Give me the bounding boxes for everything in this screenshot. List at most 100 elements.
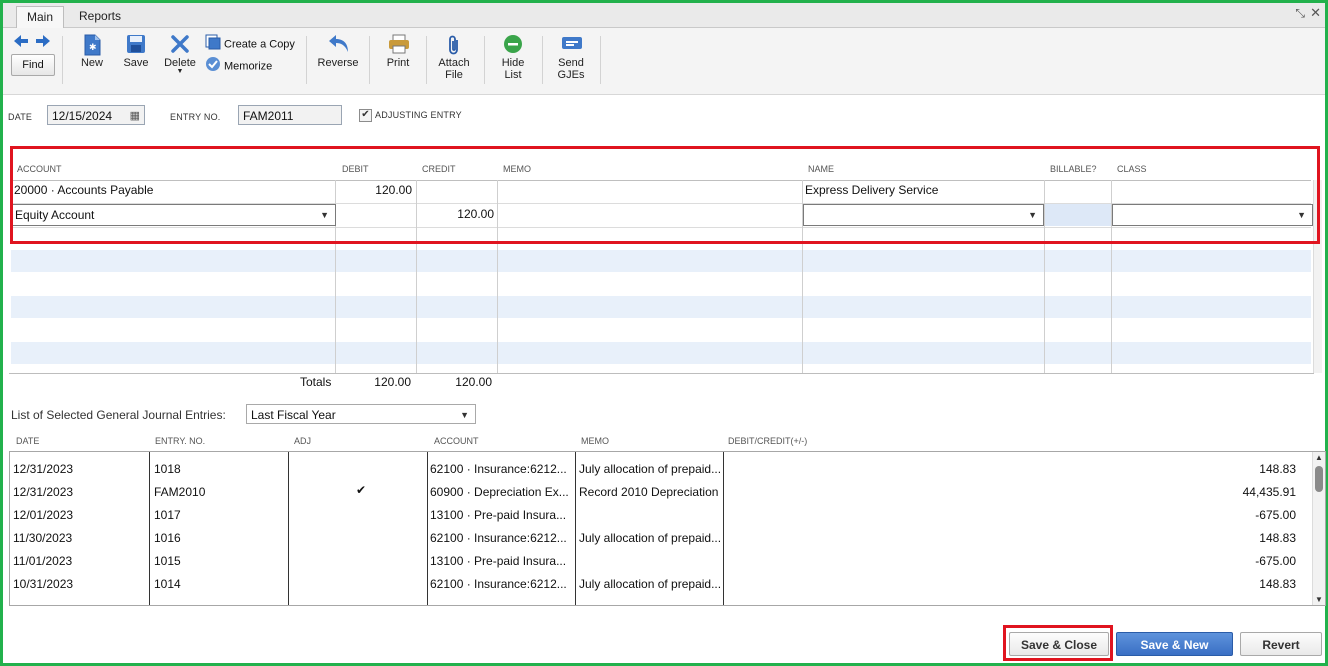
grid-stripe [11,342,1311,364]
list-row-account[interactable]: 62100 · Insurance:6212... [430,531,573,545]
col-header-class: CLASS [1117,164,1147,174]
row1-name[interactable]: Express Delivery Service [805,183,938,197]
list-row-memo[interactable]: July allocation of prepaid... [579,577,722,591]
list-row-entry[interactable]: 1016 [154,531,181,545]
col-header-debit: DEBIT [342,164,369,174]
list-col-sep [149,452,150,605]
list-row-date[interactable]: 12/31/2023 [13,462,73,476]
row2-credit[interactable]: 120.00 [419,207,494,221]
adjusting-entry-label: ADJUSTING ENTRY [375,110,462,120]
list-row-entry[interactable]: 1015 [154,554,181,568]
list-row-account[interactable]: 62100 · Insurance:6212... [430,577,573,591]
list-header-amount: DEBIT/CREDIT(+/-) [728,436,808,446]
list-row-account[interactable]: 62100 · Insurance:6212... [430,462,573,476]
new-button[interactable]: ✱ New [75,34,109,69]
class-dropdown-icon[interactable]: ▼ [1297,210,1306,220]
list-row-amount[interactable]: 44,435.91 [1190,485,1296,499]
list-row-amount[interactable]: 148.83 [1190,531,1296,545]
row2-name-combobox[interactable]: ▼ [803,204,1044,226]
print-button[interactable]: Print [381,34,415,69]
save-new-button[interactable]: Save & New [1116,632,1233,656]
list-row-entry[interactable]: FAM2010 [154,485,205,499]
scroll-up-icon[interactable]: ▲ [1315,453,1323,462]
tab-reports[interactable]: Reports [69,6,131,27]
list-row-amount[interactable]: -675.00 [1190,554,1296,568]
hide-list-button[interactable]: Hide List [495,34,531,81]
save-label: Save [123,57,149,69]
list-row-account[interactable]: 60900 · Depreciation Ex... [430,485,573,499]
scroll-down-icon[interactable]: ▼ [1315,595,1323,604]
col-header-billable: BILLABLE? [1050,164,1097,174]
list-row-date[interactable]: 11/01/2023 [13,554,72,568]
account-dropdown-icon[interactable]: ▼ [320,210,329,220]
memorize-button[interactable]: Memorize [205,56,272,74]
calendar-icon[interactable]: ▦ [130,106,140,126]
save-disk-icon [126,34,146,54]
row2-class-combobox[interactable]: ▼ [1112,204,1313,226]
adjusting-entry-checkbox[interactable]: ✔ [359,109,372,122]
list-row-amount[interactable]: 148.83 [1190,577,1296,591]
list-header-date: DATE [16,436,40,446]
list-row-account[interactable]: 13100 · Pre-paid Insura... [430,508,573,522]
create-copy-button[interactable]: Create a Copy [205,34,295,52]
list-row-entry[interactable]: 1017 [154,508,181,522]
list-filter-select[interactable]: Last Fiscal Year ▼ [246,404,476,424]
filter-dropdown-icon[interactable]: ▼ [460,405,469,425]
grid-stripe [11,296,1311,318]
scroll-thumb[interactable] [1315,466,1323,492]
tab-bar: Main Reports ⤡ ✕ [3,3,1325,28]
delete-x-icon [170,34,190,54]
list-scrollbar[interactable]: ▲ ▼ [1312,452,1325,605]
next-arrow-icon[interactable] [35,34,51,51]
attach-label-1: Attach [438,57,470,69]
list-row-amount[interactable]: 148.83 [1190,462,1296,476]
col-header-name: NAME [808,164,835,174]
list-row-memo[interactable]: July allocation of prepaid... [579,462,722,476]
list-row-account[interactable]: 13100 · Pre-paid Insura... [430,554,573,568]
list-row-amount[interactable]: -675.00 [1190,508,1296,522]
list-filter-value: Last Fiscal Year [251,408,336,422]
list-row-memo[interactable]: July allocation of prepaid... [579,531,722,545]
new-label: New [80,57,103,69]
grid-stripe [11,250,1311,272]
hide-list-icon [503,34,523,54]
date-value: 12/15/2024 [52,109,113,123]
row1-account[interactable]: 20000 · Accounts Payable [14,183,153,197]
send-gjes-button[interactable]: Send GJEs [553,34,589,81]
list-row-entry[interactable]: 1018 [154,462,181,476]
list-header-entry: ENTRY. NO. [155,436,206,446]
list-label: List of Selected General Journal Entries… [11,408,226,422]
row2-account-combobox[interactable]: Equity Account ▼ [11,204,336,226]
date-field[interactable]: 12/15/2024 ▦ [47,105,145,125]
row1-debit[interactable]: 120.00 [339,183,412,197]
list-row-date[interactable]: 10/31/2023 [13,577,73,591]
name-dropdown-icon[interactable]: ▼ [1028,210,1037,220]
save-button[interactable]: Save [119,34,153,69]
list-row-memo[interactable]: Record 2010 Depreciation [579,485,722,499]
revert-button[interactable]: Revert [1240,632,1322,656]
delete-dropdown-icon[interactable]: ▼ [161,68,199,75]
list-row-date[interactable]: 12/01/2023 [13,508,73,522]
list-row-adj-check: ✔ [356,483,367,497]
entry-no-field[interactable]: FAM2011 [238,105,342,125]
attach-label-2: File [445,69,463,81]
delete-button[interactable]: Delete ▼ [161,34,199,75]
toolbar: Find ✱ New Save Delete ▼ Create a Copy M… [3,28,1325,95]
attach-file-button[interactable]: Attach File [435,34,473,81]
find-button[interactable]: Find [11,54,55,76]
reverse-button[interactable]: Reverse [316,34,360,69]
close-icon[interactable]: ✕ [1310,5,1321,21]
send-label-1: Send [558,57,584,69]
grid-scrollbar[interactable] [1313,180,1322,373]
grid-line [11,227,1311,228]
row2-billable[interactable] [1045,204,1111,226]
toolbar-separator [62,36,63,84]
total-credit: 120.00 [455,375,492,389]
tab-main[interactable]: Main [16,6,65,28]
list-row-entry[interactable]: 1014 [154,577,181,591]
list-row-date[interactable]: 11/30/2023 [13,531,72,545]
prev-arrow-icon[interactable] [13,34,29,51]
expand-icon[interactable]: ⤡ [1295,6,1305,21]
list-row-date[interactable]: 12/31/2023 [13,485,73,499]
save-close-button[interactable]: Save & Close [1009,632,1109,656]
